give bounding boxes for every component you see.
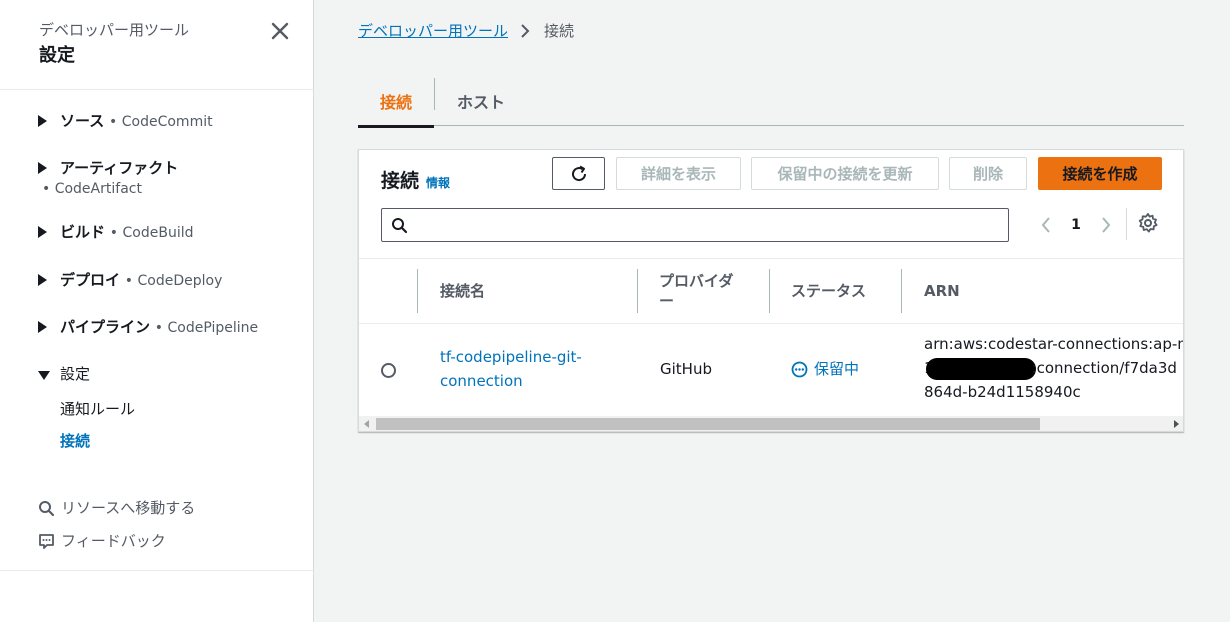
feedback-label: フィードバック [61,532,166,550]
next-page-button[interactable] [1095,212,1117,238]
sidebar-item-deploy[interactable]: デプロイ • CodeDeploy [0,269,313,292]
caret-right-icon [38,274,47,286]
arn-cell: arn:aws:codestar-connections:ap-nort 1:c… [924,332,1184,404]
caret-right-icon [38,321,47,333]
sidebar-item-service: • CodeCommit [109,114,213,130]
sidebar-item-pipeline[interactable]: パイプライン • CodePipeline [0,316,313,339]
chevron-left-icon [1041,217,1050,233]
horizontal-scrollbar[interactable] [359,416,1183,431]
pagination: 1 [1035,212,1117,238]
column-separator [417,269,418,313]
sidebar-header: デベロッパー用ツール 設定 [0,0,313,90]
sidebar-item-artifact[interactable]: アーティファクト • CodeArtifact [0,157,313,199]
search-input[interactable] [416,211,1004,239]
tab-connections[interactable]: 接続 [358,76,435,128]
arn-line: 1:connection/f7da3d [924,356,1183,380]
sidebar-item-label: ソース [60,112,105,130]
sidebar-nav: ソース • CodeCommit アーティファクト • CodeArtifact… [0,90,313,552]
column-header-provider[interactable]: プロバイダー [659,259,747,323]
chevron-right-icon [521,24,530,38]
panel-title: 接続 [381,170,420,192]
sidebar-item-label: デプロイ [60,271,121,289]
breadcrumb-developer-tools[interactable]: デベロッパー用ツール [358,20,508,42]
sidebar-item-notification-rules[interactable]: 通知ルール [0,398,313,420]
sidebar-item-settings[interactable]: 設定 [0,363,313,385]
column-header-status[interactable]: ステータス [791,259,866,323]
view-details-button[interactable]: 詳細を表示 [616,157,741,190]
sidebar: デベロッパー用ツール 設定 ソース • CodeCommit アーティファクト … [0,0,314,622]
go-to-resource-link[interactable]: リソースへ移動する [0,497,313,519]
update-pending-connection-button[interactable]: 保留中の接続を更新 [751,157,939,190]
chevron-right-icon [1102,217,1111,233]
refresh-icon [571,165,586,181]
table-header: 接続名 プロバイダー ステータス ARN [359,258,1183,324]
sidebar-item-source[interactable]: ソース • CodeCommit [0,110,313,133]
arn-line: arn:aws:codestar-connections:ap-nort [924,335,1184,353]
sidebar-item-label: 設定 [60,365,91,383]
feedback-icon [39,534,54,549]
connection-name-link[interactable]: tf-codepipeline-git- connection [440,345,582,393]
gear-icon[interactable] [1137,212,1159,234]
table-row: tf-codepipeline-git- connection GitHub 保… [359,324,1184,416]
caret-right-icon [38,226,47,238]
tab-bar: 接続 ホスト [358,76,1184,128]
status-label: 保留中 [814,360,860,378]
pager-divider [1126,208,1127,240]
sidebar-item-service: • CodeDeploy [124,273,223,289]
redacted-block [925,357,1036,380]
column-separator [769,269,770,313]
search-box[interactable] [381,208,1009,242]
provider-cell: GitHub [660,360,712,378]
row-select-radio[interactable] [381,363,396,378]
caret-right-icon [38,115,47,127]
sidebar-item-label: パイプライン [60,318,151,336]
sidebar-item-build[interactable]: ビルド • CodeBuild [0,221,313,244]
scroll-left-icon[interactable] [364,420,369,428]
connection-name-line: connection [440,372,523,390]
arn-line: 864d-b24d1158940c [924,383,1081,401]
column-separator [637,269,638,313]
info-link[interactable]: 情報 [426,174,450,191]
sidebar-item-service: • CodePipeline [154,320,259,336]
scrollbar-thumb[interactable] [376,418,1040,430]
sidebar-item-service: • CodeArtifact [42,181,142,197]
sidebar-divider [0,570,313,571]
sidebar-title: 設定 [39,45,75,66]
previous-page-button[interactable] [1035,212,1057,238]
breadcrumb: デベロッパー用ツール 接続 [358,20,574,42]
caret-down-icon [38,371,50,380]
create-connection-button[interactable]: 接続を作成 [1038,157,1162,190]
close-icon[interactable] [269,20,291,42]
sidebar-item-connections[interactable]: 接続 [0,430,313,452]
scroll-right-icon[interactable] [1174,420,1179,428]
arn-suffix: :connection/f7da3d [1031,359,1177,377]
tab-hosts[interactable]: ホスト [435,76,527,126]
connections-panel: 接続 情報 詳細を表示 保留中の接続を更新 削除 接続を作成 1 接続名 プロバ… [358,149,1184,432]
search-icon [392,218,408,234]
refresh-button[interactable] [552,157,605,190]
delete-button[interactable]: 削除 [949,157,1027,190]
status-cell: 保留中 [791,357,859,381]
go-to-resource-label: リソースへ移動する [61,499,196,517]
sidebar-item-label: ビルド [60,223,106,241]
pending-icon [791,361,808,377]
feedback-link[interactable]: フィードバック [0,530,313,552]
connection-name-line: tf-codepipeline-git- [440,348,582,366]
sidebar-item-label: アーティファクト [60,159,179,177]
sidebar-item-service: • CodeBuild [109,225,194,241]
column-header-name[interactable]: 接続名 [440,259,485,323]
breadcrumb-current: 接続 [544,22,575,40]
page-number[interactable]: 1 [1057,217,1095,233]
column-header-arn[interactable]: ARN [924,259,960,323]
search-icon [39,501,55,517]
column-separator [901,269,902,313]
caret-right-icon [38,162,47,174]
